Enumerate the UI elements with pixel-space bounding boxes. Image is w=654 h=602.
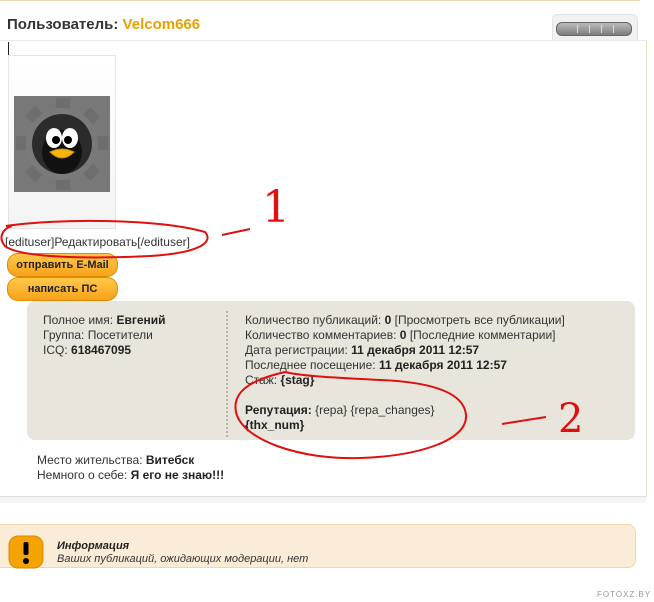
last-visit-label: Последнее посещение: [245,358,376,372]
avatar [8,55,116,229]
city-row: Место жительства: Витебск [37,453,224,468]
pubs-row: Количество публикаций: 0 [Просмотреть вс… [245,313,565,328]
pubs-label: Количество публикаций: [245,313,382,327]
watermark: FOTOXZ.BY [597,590,652,599]
reputation-value: {repa} [315,403,348,417]
section-divider [0,496,646,503]
avatar-tux-gear-icon [14,96,110,192]
column-divider [226,311,228,437]
info-title: Информация [57,540,130,552]
reg-row: Дата регистрации: 11 декабря 2011 12:57 [245,343,565,358]
city-label: Место жительства: [37,453,143,467]
about-value: Я его не знаю!!! [130,468,225,482]
title-label: Пользователь: [7,16,119,33]
pubs-count: 0 [384,313,392,327]
title-username: Velcom666 [122,16,201,33]
edit-user-link[interactable]: [edituser]Редактировать[/edituser] [5,235,190,249]
stazh-label: Стаж: [245,373,278,387]
fullname-row: Полное имя: Евгений [43,313,166,328]
group-label: Группа: [43,328,85,342]
comments-count: 0 [399,328,407,342]
last-visit-row: Последнее посещение: 11 декабря 2011 12:… [245,358,565,373]
icq-value: 618467095 [71,343,132,357]
comments-row: Количество комментариев: 0 [Последние ко… [245,328,565,343]
stazh-value: {stag} [280,373,315,387]
text-cursor [8,42,9,56]
reg-label: Дата регистрации: [245,343,348,357]
icq-label: ICQ: [43,343,68,357]
last-visit-date: 11 декабря 2011 12:57 [378,358,507,372]
reputation-label: Репутация: [245,403,312,417]
reputation-changes: {repa_changes} [350,403,435,417]
group-value: Посетители [87,328,153,342]
city-value: Витебск [145,453,195,467]
warning-icon [8,535,44,569]
reputation-row: Репутация: {repa} {repa_changes} [245,403,565,418]
icq-row: ICQ: 618467095 [43,343,166,358]
details-right: Количество публикаций: 0 [Просмотреть вс… [245,313,565,433]
about-row: Немного о себе: Я его не знаю!!! [37,468,224,483]
page-title: Пользователь: Velcom666 [7,16,200,33]
title-bar: Пользователь: Velcom666 [0,0,640,41]
details-left: Полное имя: Евгений Группа: Посетители I… [43,313,166,358]
last-comments-link[interactable]: [Последние комментарии] [410,328,556,342]
thanks-row: {thx_num} [245,418,565,433]
fullname-label: Полное имя: [43,313,114,327]
info-text: Ваших публикаций, ожидающих модерации, н… [57,553,309,565]
thanks-count: {thx_num} [245,418,305,432]
all-publications-link[interactable]: [Просмотреть все публикации] [395,313,565,327]
about-label: Немного о себе: [37,468,128,482]
fullname-value: Евгений [116,313,166,327]
reg-date: 11 декабря 2011 12:57 [351,343,480,357]
collapse-toggle[interactable] [556,22,632,36]
stazh-row: Стаж: {stag} [245,373,565,388]
extra-info: Место жительства: Витебск Немного о себе… [37,453,224,483]
group-row: Группа: Посетители [43,328,166,343]
write-pm-button[interactable]: написать ПС [7,277,118,301]
comments-label: Количество комментариев: [245,328,397,342]
send-email-button[interactable]: отправить E-Mail [7,253,118,277]
